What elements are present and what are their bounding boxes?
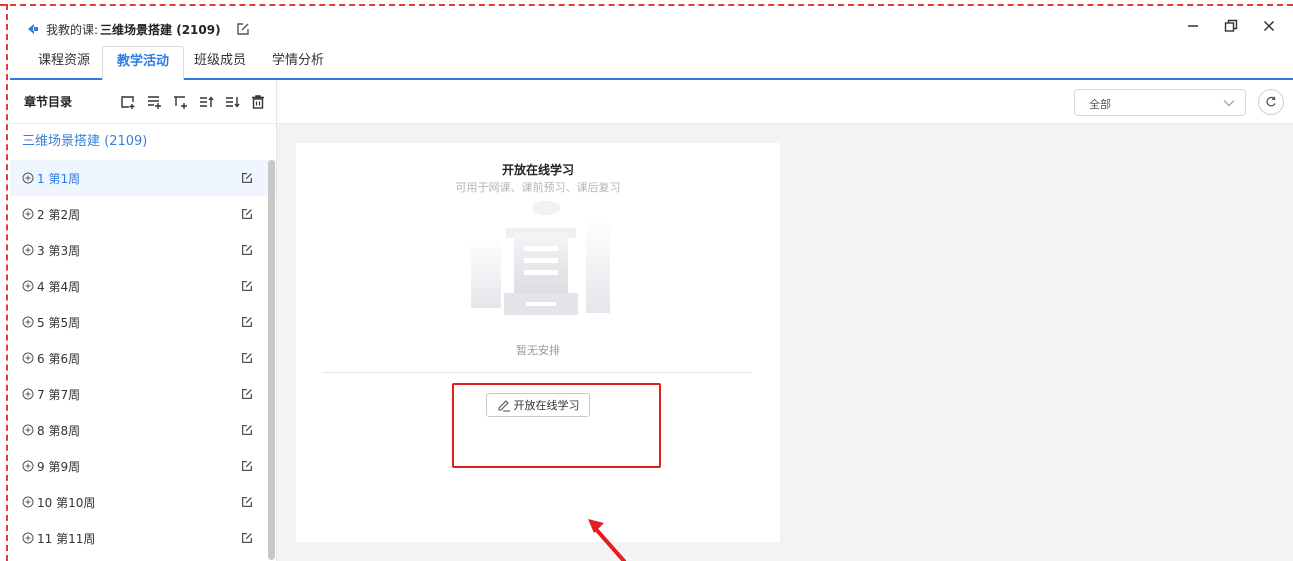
chapter-item[interactable]: 4 第4周 xyxy=(10,268,276,304)
chapter-label: 5 第5周 xyxy=(37,315,81,330)
expand-plus-icon[interactable] xyxy=(22,316,34,328)
move-down-icon[interactable] xyxy=(224,94,240,110)
edit-chapter-icon[interactable] xyxy=(240,243,254,257)
add-section-icon[interactable] xyxy=(146,94,162,110)
title-prefix: 我教的课: xyxy=(46,22,99,37)
sidebar-header: 章节目录 xyxy=(10,80,276,124)
expand-plus-icon[interactable] xyxy=(22,424,34,436)
card-title: 开放在线学习 xyxy=(501,163,574,177)
expand-plus-icon[interactable] xyxy=(22,532,34,544)
refresh-icon xyxy=(1266,96,1276,107)
expand-plus-icon[interactable] xyxy=(22,388,34,400)
edit-chapter-icon[interactable] xyxy=(240,423,254,437)
chapter-label: 7 第7周 xyxy=(37,387,81,402)
sidebar-scrollbar[interactable] xyxy=(268,160,275,560)
tab-teaching-activities[interactable]: 教学活动 xyxy=(102,46,185,80)
tab-course-resources[interactable]: 课程资源 xyxy=(24,46,104,78)
chapter-label: 4 第4周 xyxy=(37,279,81,294)
move-up-icon[interactable] xyxy=(198,94,214,110)
edit-chapter-icon[interactable] xyxy=(240,387,254,401)
edit-chapter-icon[interactable] xyxy=(240,495,254,509)
expand-plus-icon[interactable] xyxy=(22,496,34,508)
expand-plus-icon[interactable] xyxy=(22,352,34,364)
restore-button[interactable] xyxy=(1223,18,1239,34)
chapter-list: 1 第1周 2 第2周 3 第3周 4 第4周 5 第5周 6 第6周 7 第7… xyxy=(10,160,276,556)
sidebar-title: 章节目录 xyxy=(24,95,73,109)
chapter-label: 1 第1周 xyxy=(37,171,81,186)
edit-chapter-icon[interactable] xyxy=(240,279,254,293)
minimize-button[interactable] xyxy=(1185,18,1201,34)
delete-icon[interactable] xyxy=(250,94,266,110)
chapter-label: 10 第10周 xyxy=(37,495,96,510)
chapter-item[interactable]: 5 第5周 xyxy=(10,304,276,340)
chapter-sidebar: 章节目录 三维场景搭建 (2109) 1 第1周 2 第2周 3 第3周 4 第… xyxy=(10,80,277,561)
sidebar-course-root[interactable]: 三维场景搭建 (2109) xyxy=(10,124,276,160)
annotation-dashed-border-top xyxy=(0,4,1293,6)
edit-chapter-icon[interactable] xyxy=(240,351,254,365)
expand-plus-icon[interactable] xyxy=(22,460,34,472)
refresh-button[interactable] xyxy=(1258,89,1284,115)
chapter-item[interactable]: 6 第6周 xyxy=(10,340,276,376)
title-bar: 我教的课: 三维场景搭建 (2109) xyxy=(10,12,1293,46)
chapter-item[interactable]: 11 第11周 xyxy=(10,520,276,556)
expand-plus-icon[interactable] xyxy=(22,280,34,292)
annotation-highlight-box xyxy=(452,383,661,468)
expand-plus-icon[interactable] xyxy=(22,244,34,256)
tab-learning-analysis[interactable]: 学情分析 xyxy=(258,46,338,78)
activity-filter-select[interactable]: 全部 xyxy=(1074,89,1246,116)
expand-plus-icon[interactable] xyxy=(22,208,34,220)
empty-state-illustration xyxy=(471,201,610,315)
chapter-label: 2 第2周 xyxy=(37,207,81,222)
chapter-item[interactable]: 7 第7周 xyxy=(10,376,276,412)
chapter-label: 11 第11周 xyxy=(37,531,96,546)
filter-selected-value: 全部 xyxy=(1089,98,1111,111)
chapter-label: 8 第8周 xyxy=(37,423,81,438)
chapter-item[interactable]: 1 第1周 xyxy=(10,160,276,196)
online-learning-card: 开放在线学习 可用于网课、课前预习、课后复习 暂无安排 开放在线学习 xyxy=(296,143,780,542)
close-button[interactable] xyxy=(1261,18,1277,34)
edit-chapter-icon[interactable] xyxy=(240,315,254,329)
card-divider xyxy=(322,372,752,373)
chapter-item[interactable]: 8 第8周 xyxy=(10,412,276,448)
main-tabs: 课程资源 教学活动 班级成员 学情分析 xyxy=(10,46,1293,80)
add-chapter-icon[interactable] xyxy=(120,94,136,110)
edit-chapter-icon[interactable] xyxy=(240,459,254,473)
chevron-down-icon xyxy=(1223,100,1235,107)
annotation-dashed-border-left xyxy=(6,4,8,561)
annotation-arrow xyxy=(588,519,626,561)
chapter-label: 6 第6周 xyxy=(37,351,81,366)
main-toolbar: 全部 xyxy=(277,80,1293,124)
tab-class-members[interactable]: 班级成员 xyxy=(180,46,260,78)
edit-chapter-icon[interactable] xyxy=(240,531,254,545)
chapter-item[interactable]: 3 第3周 xyxy=(10,232,276,268)
expand-plus-icon[interactable] xyxy=(22,172,34,184)
chapter-item[interactable]: 10 第10周 xyxy=(10,484,276,520)
edit-chapter-icon[interactable] xyxy=(240,207,254,221)
course-title: 三维场景搭建 (2109) xyxy=(100,22,221,37)
card-subtitle: 可用于网课、课前预习、课后复习 xyxy=(455,181,621,194)
chapter-item[interactable]: 9 第9周 xyxy=(10,448,276,484)
edit-chapter-icon[interactable] xyxy=(240,171,254,185)
chapter-label: 9 第9周 xyxy=(37,459,81,474)
empty-state-text: 暂无安排 xyxy=(516,344,560,357)
back-arrow-icon[interactable] xyxy=(24,20,42,38)
main-panel: 全部 开放在线学习 可用于网课、课前预习、课后复习 暂无安排 开放在线学习 xyxy=(277,80,1293,561)
add-subsection-icon[interactable] xyxy=(172,94,188,110)
chapter-label: 3 第3周 xyxy=(37,243,81,258)
chapter-item[interactable]: 2 第2周 xyxy=(10,196,276,232)
edit-course-icon[interactable] xyxy=(235,21,251,37)
